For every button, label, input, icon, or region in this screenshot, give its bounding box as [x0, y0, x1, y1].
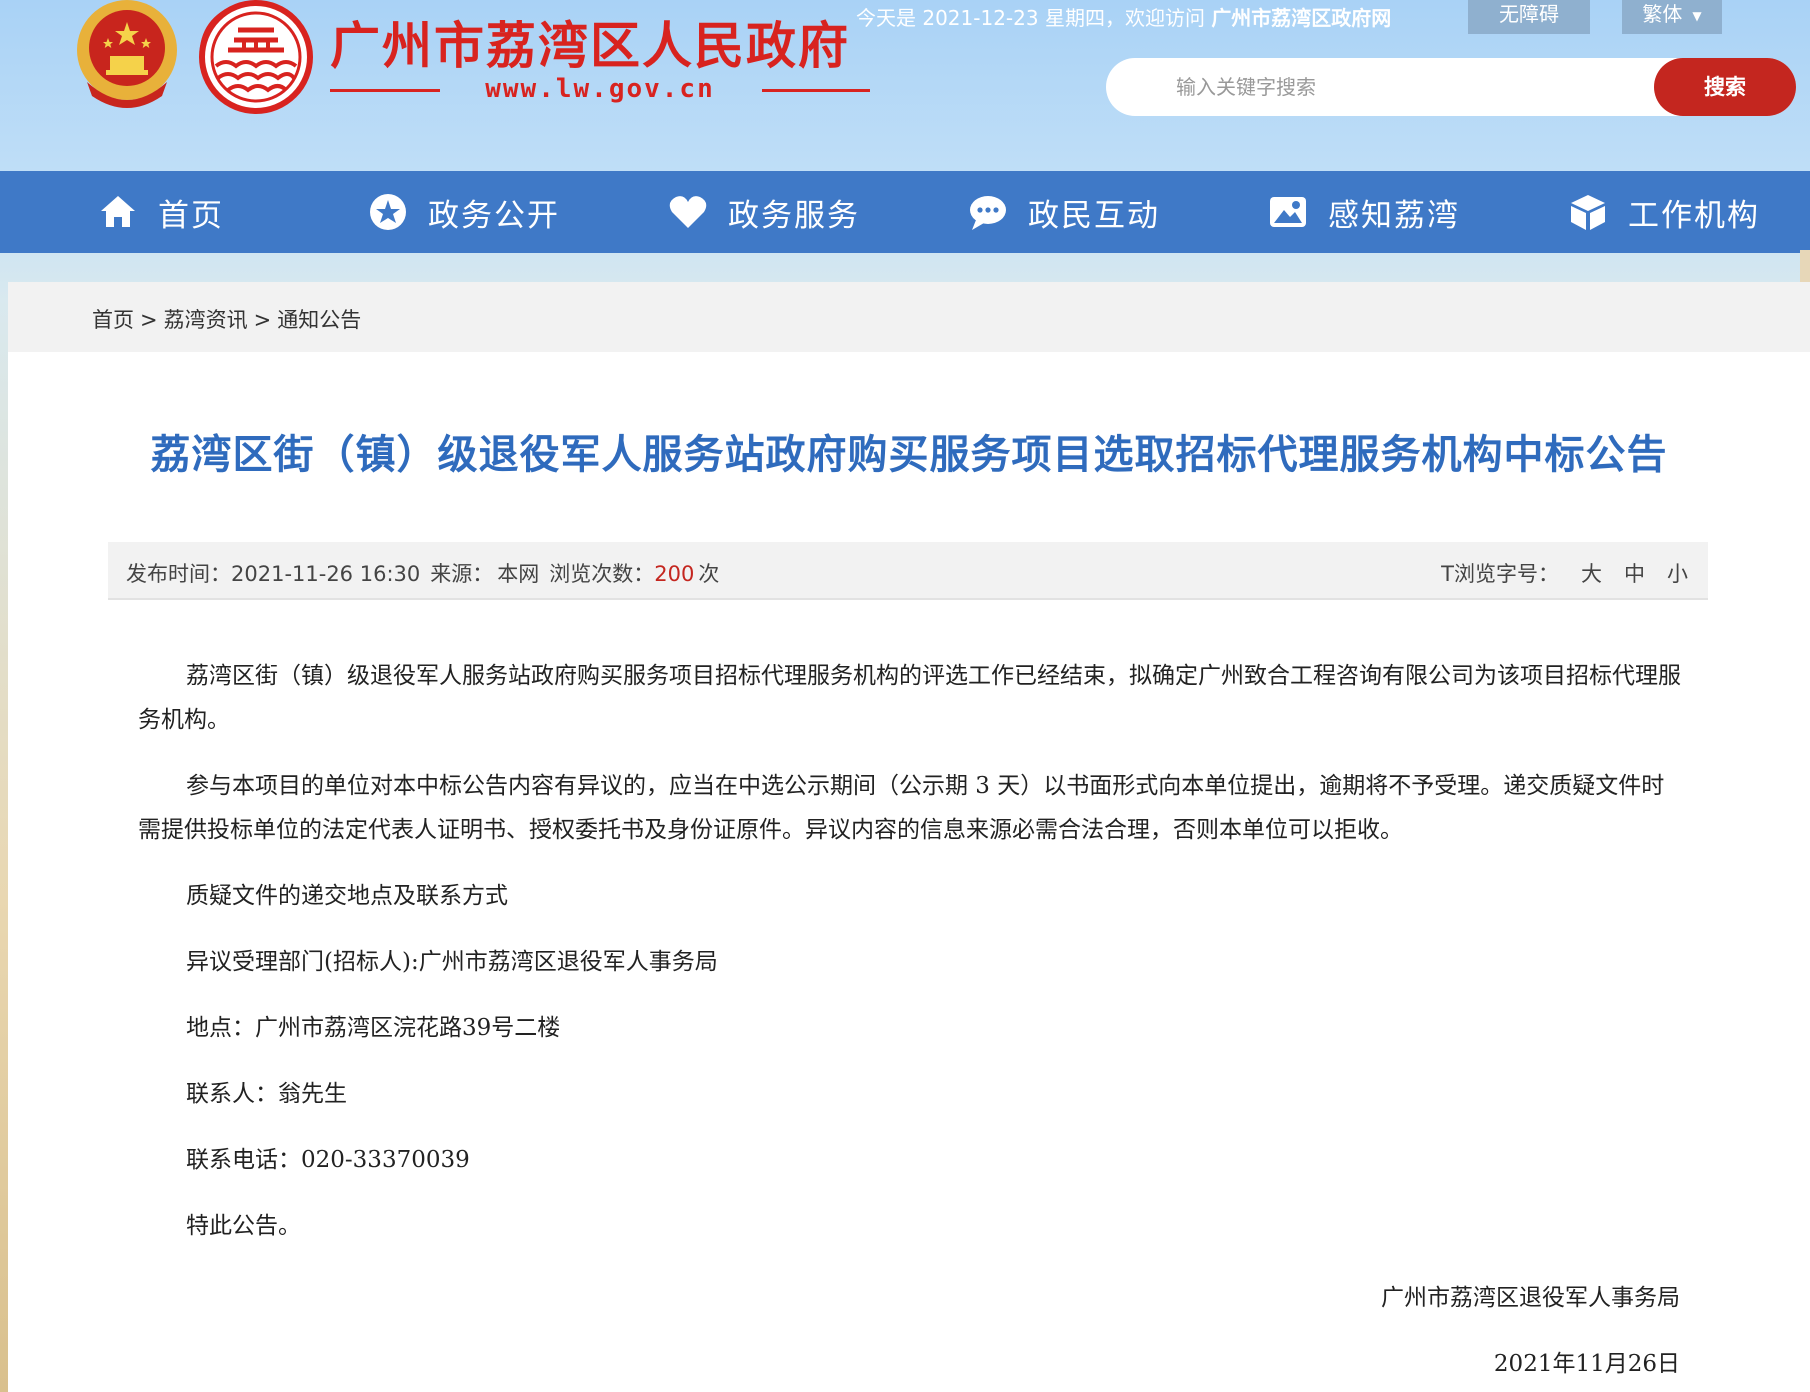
welcome-text: 今天是 2021-12-23 星期四，欢迎访问 广州市荔湾区政府网 [856, 2, 1391, 31]
cube-icon [1571, 195, 1605, 230]
source-value: 本网 [497, 562, 540, 586]
article-paragraph: 地点：广州市荔湾区浣花路39号二楼 [186, 1015, 561, 1041]
breadcrumb-notices[interactable]: 通知公告 [277, 308, 361, 332]
views-label: 浏览次数： [549, 562, 655, 586]
nav-label: 政务服务 [728, 197, 860, 234]
source-label: 来源： [430, 562, 494, 586]
star-icon [370, 194, 406, 230]
accessibility-label: 无障碍 [1499, 2, 1559, 26]
national-emblem-icon [77, 0, 177, 108]
nav-label: 政务公开 [428, 197, 560, 234]
heart-icon [669, 196, 707, 228]
search-button[interactable]: 搜索 [1654, 58, 1796, 116]
article-paragraph: 荔湾区街（镇）级退役军人服务站政府购买服务项目招标代理服务机构的评选工作已经结束… [138, 663, 1681, 733]
article-meta-bar: 发布时间：2021-11-26 16:30 来源： 本网 浏览次数：200 次 T浏览字… [108, 542, 1708, 600]
nav-item-organizations[interactable]: 工作机构 [1568, 171, 1760, 253]
font-size-label: T浏览字号： [1441, 562, 1559, 586]
welcome-date-text: 今天是 2021-12-23 星期四，欢迎访问 [856, 6, 1205, 30]
breadcrumb-separator: > [140, 308, 158, 332]
accessibility-button[interactable]: 无障碍 [1468, 0, 1590, 34]
publish-label: 发布时间： [126, 562, 231, 586]
nav-label: 感知荔湾 [1328, 197, 1460, 234]
chevron-down-icon: ▼ [1692, 8, 1702, 23]
signature-organization: 广州市荔湾区退役军人事务局 [1381, 1285, 1680, 1311]
article-paragraph: 参与本项目的单位对本中标公告内容有异议的，应当在中选公示期间（公示期 3 天）以… [138, 773, 1665, 843]
home-icon [101, 196, 135, 227]
breadcrumb-bar: 首页 > 荔湾资讯 > 通知公告 [8, 282, 1810, 352]
font-size-small-button[interactable]: 小 [1667, 562, 1688, 586]
article-title: 荔湾区街（镇）级退役军人服务站政府购买服务项目选取招标代理服务机构中标公告 [150, 432, 1668, 478]
breadcrumb-news[interactable]: 荔湾资讯 [164, 308, 248, 332]
nav-label: 工作机构 [1628, 197, 1760, 234]
nav-item-home[interactable]: 首页 [98, 171, 224, 253]
nav-label: 政民互动 [1028, 197, 1160, 234]
nav-item-interaction[interactable]: 政民互动 [968, 171, 1160, 253]
article-meta: 发布时间：2021-11-26 16:30 来源： 本网 浏览次数：200 次 [126, 558, 729, 588]
view-count: 200 [654, 562, 695, 586]
article-paragraph: 联系人：翁先生 [186, 1081, 347, 1107]
nav-item-government-services[interactable]: 政务服务 [668, 171, 860, 253]
publish-time: 2021-11-26 16:30 [231, 562, 421, 586]
article-paragraph: 联系电话：020-33370039 [186, 1147, 470, 1173]
content-card: 首页 > 荔湾资讯 > 通知公告 荔湾区街（镇）级退役军人服务站政府购买服务项目选取招标… [8, 282, 1810, 1392]
search-input[interactable] [1176, 66, 1736, 108]
welcome-site-name[interactable]: 广州市荔湾区政府网 [1211, 6, 1391, 30]
font-size-switcher: T浏览字号： 大中小 [1441, 558, 1688, 588]
signature-date: 2021年11月26日 [1493, 1351, 1680, 1377]
nav-label: 首页 [158, 197, 224, 234]
site-header: 广州市荔湾区人民政府 www.lw.gov.cn 今天是 2021-12-23 … [0, 0, 1810, 170]
breadcrumb-separator: > [253, 308, 272, 332]
divider [762, 89, 870, 92]
views-unit: 次 [698, 562, 720, 586]
article-paragraph: 质疑文件的递交地点及联系方式 [186, 883, 508, 909]
site-name: 广州市荔湾区人民政府 [330, 16, 850, 75]
traditional-chinese-dropdown[interactable]: 繁体 ▼ [1622, 0, 1722, 34]
district-logo-icon [199, 0, 313, 114]
font-size-large-button[interactable]: 大 [1581, 562, 1602, 586]
article-paragraph: 异议受理部门(招标人):广州市荔湾区退役军人事务局 [186, 949, 718, 975]
font-size-medium-button[interactable]: 中 [1624, 562, 1645, 586]
nav-item-government-affairs[interactable]: 政务公开 [368, 171, 560, 253]
breadcrumb-home[interactable]: 首页 [92, 308, 134, 332]
article-body: 荔湾区街（镇）级退役军人服务站政府购买服务项目招标代理服务机构的评选工作已经结束… [138, 654, 1686, 1270]
chat-icon [970, 196, 1006, 230]
image-icon [1270, 197, 1306, 227]
site-url-row: www.lw.gov.cn [330, 72, 870, 106]
traditional-label: 繁体 [1642, 2, 1683, 26]
main-nav: 首页 政务公开 政务服务 政民互动 感知荔湾 工作机构 [0, 171, 1810, 253]
nav-item-perceive-liwan[interactable]: 感知荔湾 [1268, 171, 1460, 253]
article-paragraph: 特此公告。 [186, 1213, 301, 1239]
breadcrumb: 首页 > 荔湾资讯 > 通知公告 [92, 304, 361, 334]
